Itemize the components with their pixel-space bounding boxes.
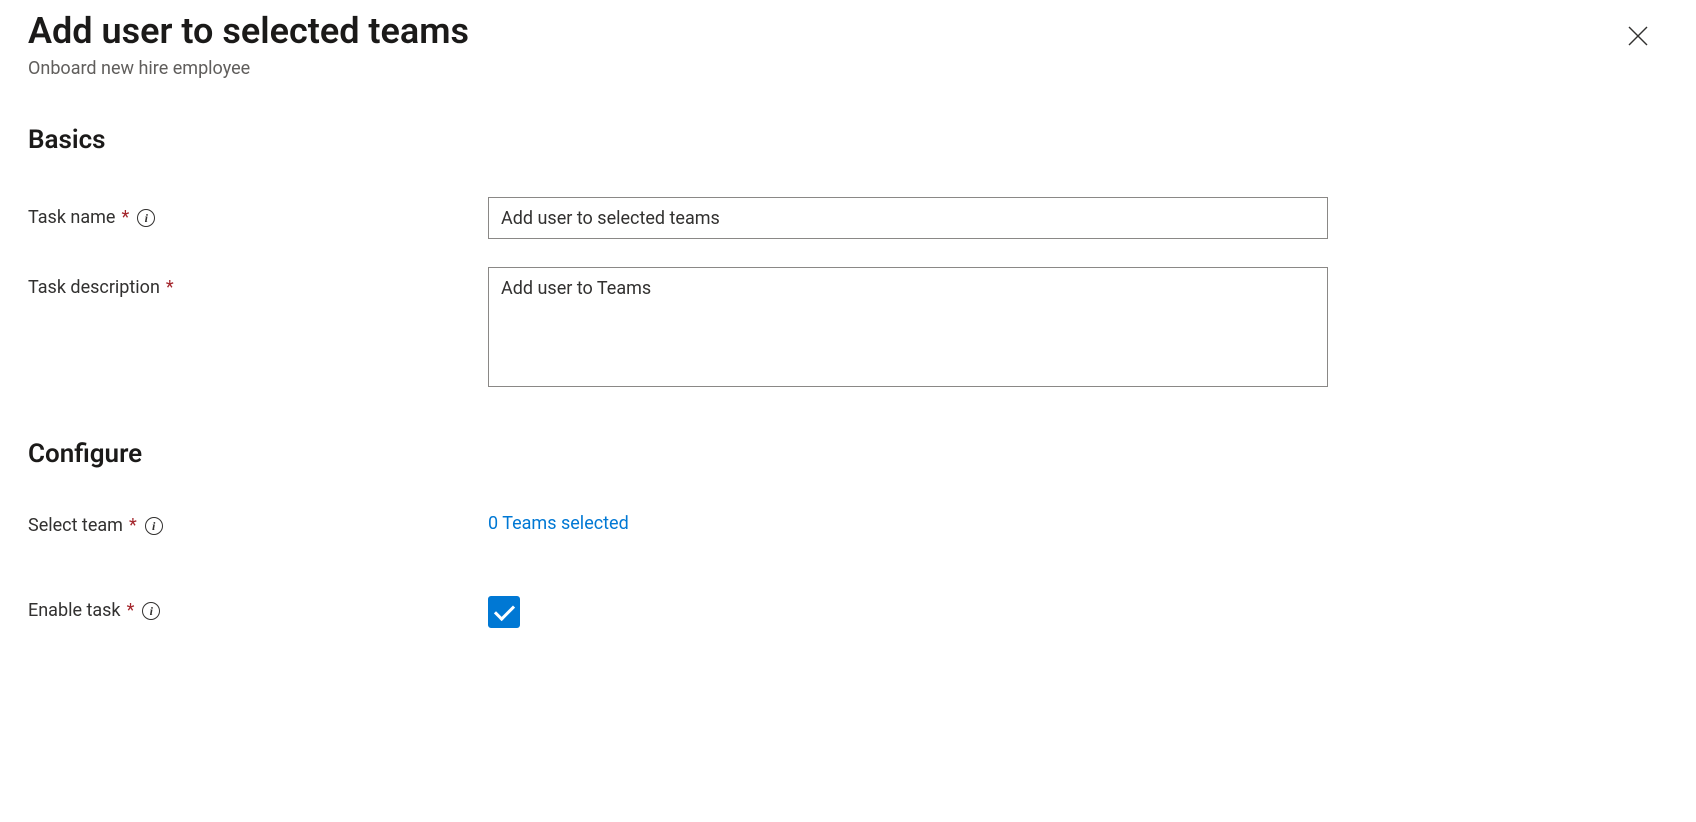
close-icon bbox=[1626, 24, 1650, 48]
enable-task-label: Enable task bbox=[28, 600, 121, 621]
info-icon[interactable]: i bbox=[142, 602, 160, 620]
enable-task-checkbox[interactable] bbox=[488, 596, 520, 628]
task-name-input[interactable] bbox=[488, 197, 1328, 239]
select-team-link[interactable]: 0 Teams selected bbox=[488, 511, 629, 534]
task-description-input[interactable] bbox=[488, 267, 1328, 387]
select-team-label: Select team bbox=[28, 515, 123, 536]
info-icon[interactable]: i bbox=[137, 209, 155, 227]
configure-heading: Configure bbox=[28, 439, 1668, 469]
close-button[interactable] bbox=[1618, 16, 1658, 56]
required-asterisk: * bbox=[166, 277, 174, 298]
required-asterisk: * bbox=[121, 207, 129, 228]
page-subtitle: Onboard new hire employee bbox=[28, 58, 1618, 79]
basics-heading: Basics bbox=[28, 125, 1668, 155]
required-asterisk: * bbox=[129, 515, 137, 536]
task-name-label: Task name bbox=[28, 207, 115, 228]
info-icon[interactable]: i bbox=[145, 517, 163, 535]
page-title: Add user to selected teams bbox=[28, 10, 1618, 52]
required-asterisk: * bbox=[127, 600, 135, 621]
task-description-label: Task description bbox=[28, 277, 160, 298]
